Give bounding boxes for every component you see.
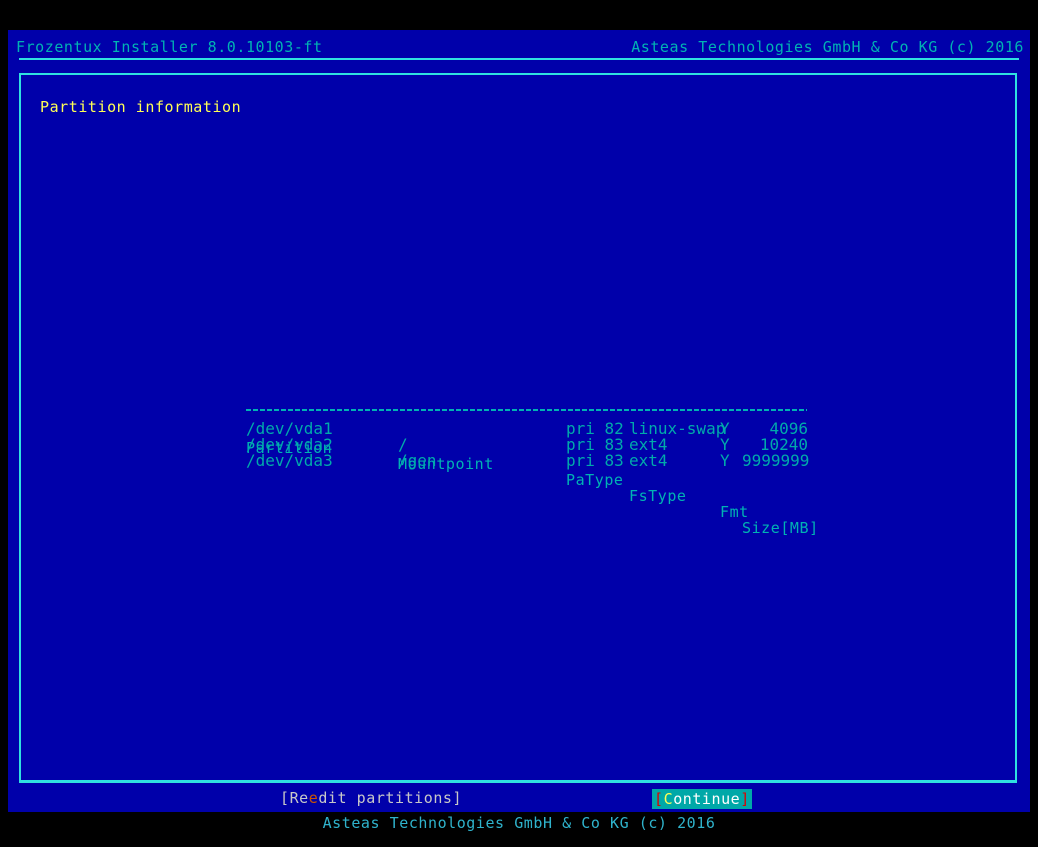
- app-title: Frozentux Installer 8.0.10103-ft: [16, 38, 323, 56]
- continue-hotkey: C: [663, 790, 674, 808]
- cell-size: 9999999: [742, 451, 810, 470]
- reedit-suffix: dit partitions]: [318, 789, 463, 807]
- cell-fstype: ext4: [629, 451, 668, 470]
- title-separator-rule: [19, 58, 1019, 60]
- installer-screen: Frozentux Installer 8.0.10103-ft Asteas …: [8, 30, 1030, 832]
- cell-partition: /dev/vda3: [246, 451, 333, 470]
- table-header-separator: [246, 409, 807, 411]
- continue-label: ontinue: [673, 790, 741, 808]
- continue-open-bracket: [: [654, 790, 664, 808]
- table-row: /dev/vda3/gen pri 83 ext4 Y 9999999: [246, 451, 810, 470]
- reedit-hotkey: e: [308, 789, 319, 807]
- reedit-partitions-button[interactable]: [Reedit partitions]: [280, 789, 462, 807]
- reedit-prefix: [Re: [280, 789, 309, 807]
- partition-table-body: /dev/vda1 pri 82 linux-swap Y 4096/dev/vda2/…: [246, 421, 810, 470]
- continue-button[interactable]: [Continue]: [652, 789, 752, 809]
- column-header-fmt: Fmt: [720, 503, 749, 521]
- button-bar: [Reedit partitions] [Continue]: [21, 782, 1015, 812]
- footer-copyright: Asteas Technologies GmbH & Co KG (c) 201…: [322, 814, 716, 832]
- title-bar: Frozentux Installer 8.0.10103-ft Asteas …: [8, 30, 1030, 60]
- vendor-copyright-header: Asteas Technologies GmbH & Co KG (c) 201…: [631, 38, 1024, 56]
- column-header-fstype: FsType: [629, 487, 687, 505]
- cell-mountpoint: /gen: [398, 451, 437, 470]
- cell-patype: pri 83: [566, 451, 624, 470]
- column-header-patype: PaType: [566, 471, 624, 489]
- column-header-size: Size[MB]: [742, 519, 819, 537]
- continue-close-bracket: ]: [740, 790, 750, 808]
- panel-legend: Partition information: [34, 100, 248, 115]
- cell-fmt: Y: [720, 451, 730, 470]
